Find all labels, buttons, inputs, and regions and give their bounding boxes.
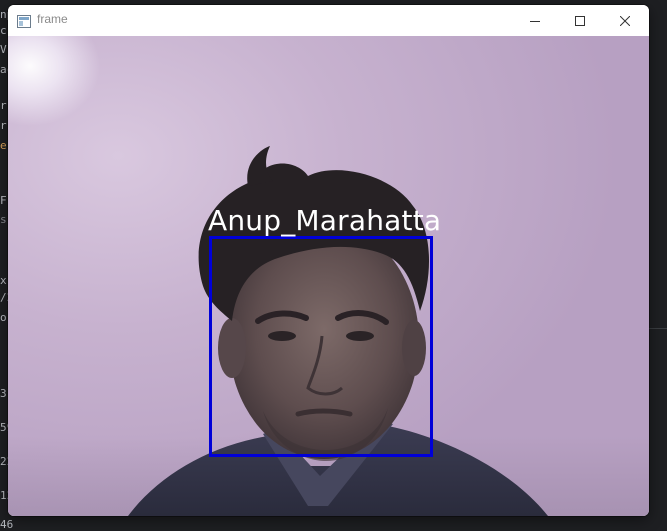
close-icon: [619, 11, 631, 30]
close-button[interactable]: [602, 5, 648, 36]
maximize-icon: [575, 11, 585, 30]
editor-line-number: 46: [0, 518, 14, 531]
face-detection-box: [209, 236, 433, 457]
minimize-button[interactable]: [512, 5, 558, 36]
title-bar[interactable]: frame: [8, 5, 649, 36]
app-icon: [17, 13, 31, 28]
window-title: frame: [37, 12, 68, 26]
editor-divider: [648, 328, 667, 329]
minimize-icon: [530, 11, 540, 30]
camera-frame: Anup_Marahatta: [8, 36, 649, 516]
frame-window[interactable]: frame Anup_Marahatta: [8, 5, 649, 516]
maximize-button[interactable]: [557, 5, 603, 36]
face-detection-label: Anup_Marahatta: [208, 204, 442, 237]
